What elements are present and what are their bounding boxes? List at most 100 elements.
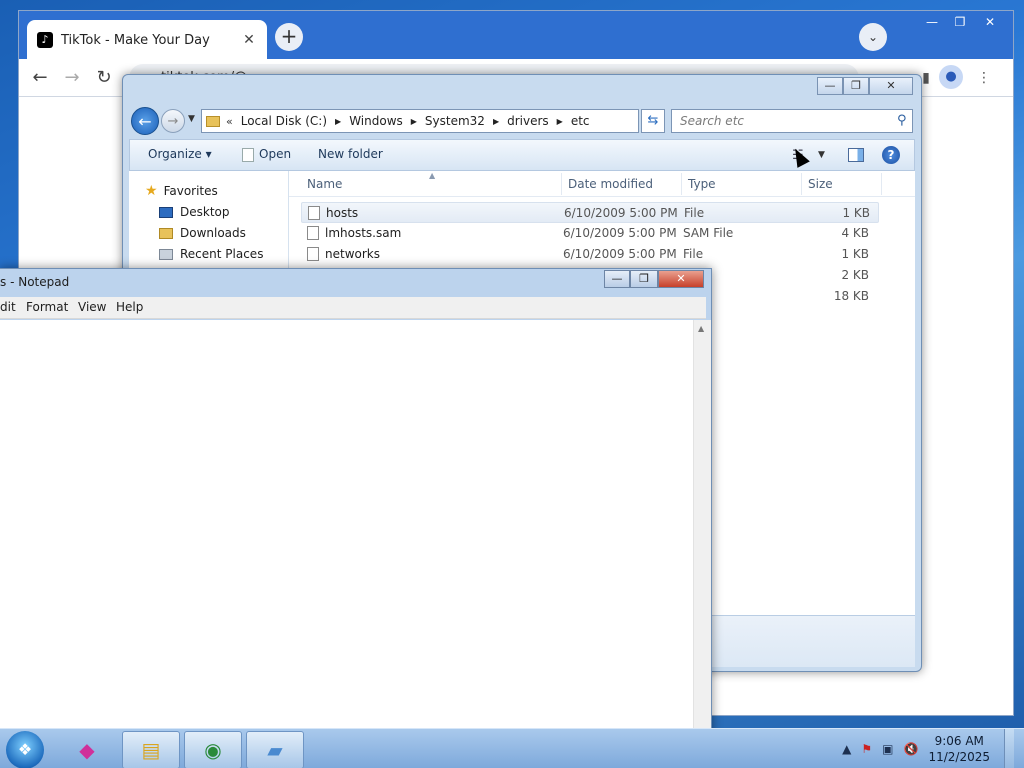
chrome-tabstrip: ♪ TikTok - Make Your Day ✕ + ⌄ — ❐ ✕ bbox=[19, 11, 1013, 60]
action-center-icon[interactable]: ⚑ bbox=[861, 742, 872, 756]
sort-ascending-icon: ▲ bbox=[429, 171, 436, 180]
chevron-right-icon[interactable]: ▶ bbox=[493, 117, 499, 126]
column-type[interactable]: Type bbox=[688, 177, 716, 191]
tab-search-button[interactable]: ⌄ bbox=[859, 23, 887, 51]
notepad-text-area[interactable] bbox=[0, 320, 706, 739]
explorer-close-button[interactable]: ✕ bbox=[869, 77, 913, 95]
file-size: 2 KB bbox=[841, 268, 869, 282]
menu-button[interactable]: ⋮ bbox=[973, 67, 995, 89]
breadcrumb-overflow[interactable]: « bbox=[226, 115, 233, 128]
explorer-forward-button[interactable]: → bbox=[161, 109, 185, 133]
file-icon bbox=[307, 247, 319, 261]
column-date-modified[interactable]: Date modified bbox=[568, 177, 653, 191]
file-size: 1 KB bbox=[841, 247, 869, 261]
recent-pages-dropdown[interactable]: ▼ bbox=[188, 114, 195, 124]
breadcrumb-windows[interactable]: Windows bbox=[349, 114, 403, 128]
column-size[interactable]: Size bbox=[808, 177, 833, 191]
clock-time: 9:06 AM bbox=[934, 734, 984, 748]
tab-tiktok[interactable]: ♪ TikTok - Make Your Day ✕ bbox=[27, 20, 267, 60]
breadcrumb-drivers[interactable]: drivers bbox=[507, 114, 549, 128]
tab-close-icon[interactable]: ✕ bbox=[241, 32, 257, 48]
scroll-up-icon[interactable]: ▲ bbox=[698, 324, 704, 333]
explorer-back-button[interactable]: ← bbox=[131, 107, 159, 135]
taskbar: ❖ ◆ ▤ ◉ ▰ ▲ ⚑ ▣ 🔇 9:06 AM 11/2/2025 bbox=[0, 728, 1024, 768]
star-icon: ★ bbox=[145, 183, 158, 199]
file-icon bbox=[307, 226, 319, 240]
file-size: 18 KB bbox=[833, 289, 869, 303]
chevron-right-icon[interactable]: ▶ bbox=[557, 117, 563, 126]
favorites-item[interactable]: ★ Favorites bbox=[145, 183, 218, 199]
file-type: File bbox=[683, 247, 704, 261]
recent-places-icon bbox=[159, 248, 173, 260]
views-dropdown-icon[interactable]: ▼ bbox=[818, 150, 825, 160]
taskbar-app-icon[interactable]: ◆ bbox=[58, 731, 116, 768]
tab-title: TikTok - Make Your Day bbox=[61, 32, 210, 48]
clock[interactable]: 9:06 AM 11/2/2025 bbox=[928, 733, 990, 765]
open-button[interactable]: Open bbox=[242, 147, 291, 162]
notepad-title: s - Notepad bbox=[0, 275, 70, 289]
file-name: networks bbox=[325, 247, 380, 261]
explorer-minimize-button[interactable]: — bbox=[817, 77, 843, 95]
maximize-button[interactable]: ❐ bbox=[947, 13, 973, 31]
tiktok-icon: ♪ bbox=[37, 32, 53, 48]
organize-button[interactable]: Organize ▾ bbox=[148, 147, 212, 161]
sidebar-item-downloads[interactable]: Downloads bbox=[159, 226, 246, 240]
vertical-scrollbar[interactable]: ▲ bbox=[693, 320, 711, 739]
taskbar-notepad-icon[interactable]: ▰ bbox=[246, 731, 304, 768]
show-hidden-icons[interactable]: ▲ bbox=[842, 742, 851, 756]
menu-view[interactable]: View bbox=[78, 300, 106, 314]
new-tab-button[interactable]: + bbox=[275, 23, 303, 51]
system-tray: ▲ ⚑ ▣ 🔇 9:06 AM 11/2/2025 bbox=[842, 729, 1014, 768]
chevron-right-icon[interactable]: ▶ bbox=[411, 117, 417, 126]
close-button[interactable]: ✕ bbox=[977, 13, 1003, 31]
breadcrumb-etc[interactable]: etc bbox=[571, 114, 590, 128]
start-button[interactable]: ❖ bbox=[6, 731, 44, 768]
taskbar-chrome-icon[interactable]: ◉ bbox=[184, 731, 242, 768]
minimize-button[interactable]: — bbox=[919, 13, 945, 31]
chevron-right-icon[interactable]: ▶ bbox=[335, 117, 341, 126]
column-name[interactable]: Name bbox=[307, 177, 342, 191]
file-type: SAM File bbox=[683, 226, 734, 240]
breadcrumb-local-disk[interactable]: Local Disk (C:) bbox=[241, 114, 327, 128]
show-desktop-button[interactable] bbox=[1004, 729, 1014, 768]
search-input[interactable]: Search etc bbox=[671, 109, 913, 133]
help-icon[interactable]: ? bbox=[882, 146, 900, 164]
volume-muted-icon[interactable]: 🔇 bbox=[904, 742, 919, 756]
column-divider[interactable] bbox=[881, 173, 882, 195]
file-type: File bbox=[684, 206, 705, 220]
forward-button[interactable]: → bbox=[59, 65, 85, 91]
file-row-networks[interactable]: networks 6/10/2009 5:00 PM File 1 KB bbox=[301, 244, 879, 265]
back-button[interactable]: ← bbox=[27, 65, 53, 91]
preview-pane-icon[interactable] bbox=[848, 148, 864, 162]
sidebar-item-desktop[interactable]: Desktop bbox=[159, 205, 230, 219]
reload-button[interactable]: ↻ bbox=[91, 65, 117, 91]
file-size: 1 KB bbox=[842, 206, 870, 220]
file-icon bbox=[242, 147, 254, 162]
column-header-row: ▲ Name Date modified Type Size bbox=[289, 171, 915, 197]
network-icon[interactable]: ▣ bbox=[882, 742, 893, 756]
search-icon[interactable]: ⚲ bbox=[897, 113, 909, 128]
menu-edit[interactable]: dit bbox=[0, 300, 16, 314]
file-name: lmhosts.sam bbox=[325, 226, 402, 240]
menu-format[interactable]: Format bbox=[26, 300, 68, 314]
explorer-address-bar[interactable]: « Local Disk (C:) ▶ Windows ▶ System32 ▶… bbox=[201, 109, 639, 133]
breadcrumb-system32[interactable]: System32 bbox=[425, 114, 485, 128]
sidebar-item-recent-places[interactable]: Recent Places bbox=[159, 247, 263, 261]
file-row-hosts[interactable]: hosts 6/10/2009 5:00 PM File 1 KB bbox=[301, 202, 879, 223]
column-divider[interactable] bbox=[801, 173, 802, 195]
column-divider[interactable] bbox=[561, 173, 562, 195]
column-divider[interactable] bbox=[681, 173, 682, 195]
menu-help[interactable]: Help bbox=[116, 300, 143, 314]
profile-avatar[interactable]: ● bbox=[939, 65, 963, 89]
refresh-button[interactable]: ⇆ bbox=[641, 109, 665, 133]
explorer-maximize-button[interactable]: ❐ bbox=[843, 77, 869, 95]
notepad-maximize-button[interactable]: ❐ bbox=[630, 270, 658, 288]
file-date: 6/10/2009 5:00 PM bbox=[563, 247, 677, 261]
notepad-minimize-button[interactable]: — bbox=[604, 270, 630, 288]
notepad-close-button[interactable]: ✕ bbox=[658, 270, 704, 288]
file-date: 6/10/2009 5:00 PM bbox=[563, 226, 677, 240]
file-row-lmhosts[interactable]: lmhosts.sam 6/10/2009 5:00 PM SAM File 4… bbox=[301, 223, 879, 244]
clock-date: 11/2/2025 bbox=[928, 750, 990, 764]
new-folder-button[interactable]: New folder bbox=[318, 147, 383, 161]
taskbar-explorer-icon[interactable]: ▤ bbox=[122, 731, 180, 768]
